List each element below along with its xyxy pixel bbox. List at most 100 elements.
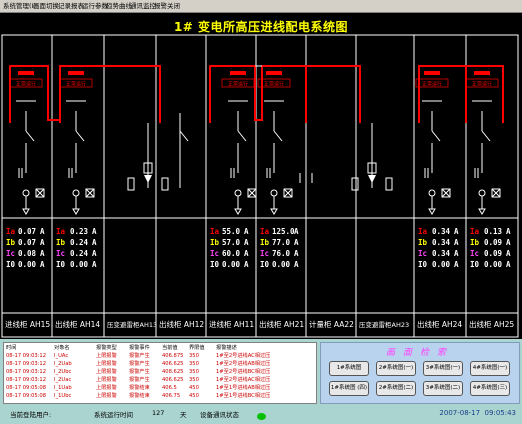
- breaker-indicator-ah14: [68, 71, 84, 75]
- cell: 对象名: [54, 345, 70, 351]
- breaker-indicator-ah11: [230, 71, 246, 75]
- ground-arrow-ah25: [478, 208, 486, 215]
- cell: 08-17 09:05:08: [6, 385, 47, 391]
- cabinet-label: 进线柜 AH11: [209, 320, 255, 329]
- meas-value-ic: 60.0: [222, 249, 241, 258]
- meas-value-ib: 57.0: [222, 238, 241, 247]
- meas-value-i0: 0.00: [431, 260, 450, 269]
- ground-arrow-ah14: [72, 208, 80, 215]
- cell: 报警描述: [216, 345, 237, 351]
- disconnect-switch-ah21: [273, 130, 283, 142]
- cell: 报警产生: [129, 369, 150, 375]
- meas-unit: A: [92, 238, 97, 247]
- cell: 1#至2号进线AB相过压: [216, 361, 271, 367]
- runtime-unit: 天: [180, 411, 187, 419]
- cell: 上限报警: [96, 393, 117, 399]
- menu-screen-switch[interactable]: 画面切换: [33, 1, 59, 11]
- cell: 408.625: [162, 369, 184, 375]
- cabinet-label: 压变避雷柜AH13: [107, 321, 158, 329]
- cell: 1#至1号进线AB相过压: [216, 385, 271, 391]
- meas-value-ib: 0.09: [483, 238, 502, 247]
- cell: 1#至1号进线BC相过压: [216, 393, 271, 399]
- nav-button[interactable]: 1#系统图 (四): [329, 381, 369, 396]
- meas-unit: A: [294, 227, 299, 236]
- meas-unit: A: [92, 227, 97, 236]
- meas-value-i0: 0.00: [69, 260, 88, 269]
- meas-label-ib: Ib: [210, 238, 220, 247]
- meas-unit: A: [294, 238, 299, 247]
- meas-unit: A: [40, 249, 45, 258]
- meas-value-ib: 0.34: [431, 238, 450, 247]
- page-title: 1# 变电所高压进线配电系统图: [173, 20, 349, 34]
- menu-system[interactable]: 系统管理(I): [3, 1, 36, 11]
- cell: 08-17 09:03:12: [6, 361, 47, 367]
- meas-label-ia: Ia: [210, 227, 220, 236]
- menu-trend[interactable]: 趋势曲线: [106, 1, 132, 11]
- nav-button[interactable]: 3#系统图(二): [423, 381, 463, 396]
- meas-value-ia: 0.23: [69, 227, 88, 236]
- meas-unit: A: [244, 238, 249, 247]
- cabinet-label: 出线柜 AH21: [259, 320, 305, 329]
- cabinet-label: 压变避雷柜AH23: [359, 321, 410, 329]
- meas-label-ic: Ic: [56, 249, 66, 258]
- meas-label-ib: Ib: [470, 238, 480, 247]
- cell: I_UAc: [54, 353, 69, 359]
- nav-button[interactable]: 1#系统图: [329, 361, 369, 376]
- cell: 1#至2号进线BC相过压: [216, 369, 271, 375]
- ground-arrow-ah24: [428, 208, 436, 215]
- menu-bar: 系统管理(I) 画面切换 记录报表 运行参数 趋势曲线 通讯监控 报警关闭: [0, 0, 522, 13]
- navigator-title: 画面检索: [385, 348, 454, 358]
- runtime-label: 系统运行时间: [94, 411, 133, 419]
- cell: 406.875: [162, 353, 184, 359]
- cell: 报警结束: [129, 393, 150, 399]
- cabinet-label: 出线柜 AH25: [469, 320, 515, 329]
- ct-circle-ah24: [428, 189, 436, 197]
- cell: 450: [189, 393, 199, 399]
- cell: 450: [189, 385, 199, 391]
- meas-value-ia: 0.07: [18, 227, 37, 236]
- breaker-status-label-ah25: 正常运行: [472, 81, 492, 88]
- nav-button[interactable]: 2#系统图(二): [376, 381, 416, 396]
- cell: 350: [189, 377, 199, 383]
- cell: 上限报警: [96, 385, 117, 391]
- cell: 406.625: [162, 361, 184, 367]
- cell: I_2Uac: [54, 377, 72, 383]
- time-text: 09:05:43: [484, 409, 516, 417]
- cell: 406.75: [162, 393, 181, 399]
- menu-reports[interactable]: 记录报表: [58, 1, 84, 11]
- current-user-label: 当前登陆用户:: [10, 411, 52, 419]
- nav-button[interactable]: 4#系统图(一): [470, 361, 510, 376]
- bottom-panel: 时间 对象名 报警类型 报警事件 当前值 界限值 报警描述 08-17 09:03:12 I_U…: [0, 339, 522, 424]
- arrester-ah13: [144, 175, 152, 183]
- runtime-value: 127: [152, 409, 165, 417]
- ground-arrow-ah21: [270, 208, 278, 215]
- meas-unit: A: [40, 260, 45, 269]
- pt-box-right-ah13: [161, 177, 169, 191]
- meas-unit: A: [454, 260, 459, 269]
- cell: 08-17 09:03:12: [6, 369, 47, 375]
- cell: 上限报警: [96, 353, 117, 359]
- comm-status-indicator: [257, 413, 266, 420]
- cell: 08-17 09:03:12: [6, 353, 47, 359]
- menu-comm-monitor[interactable]: 通讯监控: [130, 1, 156, 11]
- status-bar: 当前登陆用户: 系统运行时间 127 天 设备通讯状态 2007-08-17 0…: [0, 405, 522, 424]
- cabinet-label: 出线柜 AH14: [55, 320, 101, 329]
- disconnect-switch-ah15: [25, 130, 35, 142]
- cell: 上限报警: [96, 377, 117, 383]
- meas-label-ic: Ic: [210, 249, 220, 258]
- cell: I_2Uab: [54, 361, 72, 367]
- ct-circle-ah15: [22, 189, 30, 197]
- meas-value-i0: 0.00: [272, 260, 291, 269]
- meas-label-ib: Ib: [260, 238, 270, 247]
- meas-value-ia: 0.34: [431, 227, 450, 236]
- meas-label-i0: I0: [6, 260, 16, 269]
- meas-unit: A: [244, 249, 249, 258]
- ct-circle-ah11: [234, 189, 242, 197]
- meas-unit: A: [294, 249, 299, 258]
- menu-alarm-close[interactable]: 报警关闭: [154, 1, 180, 11]
- nav-button[interactable]: 2#系统图(一): [376, 361, 416, 376]
- nav-button[interactable]: 4#系统图(三): [470, 381, 510, 396]
- nav-button[interactable]: 3#系统图(一): [423, 361, 463, 376]
- disconnect-switch-ah25: [481, 130, 491, 142]
- menu-run-params[interactable]: 运行参数: [82, 1, 108, 11]
